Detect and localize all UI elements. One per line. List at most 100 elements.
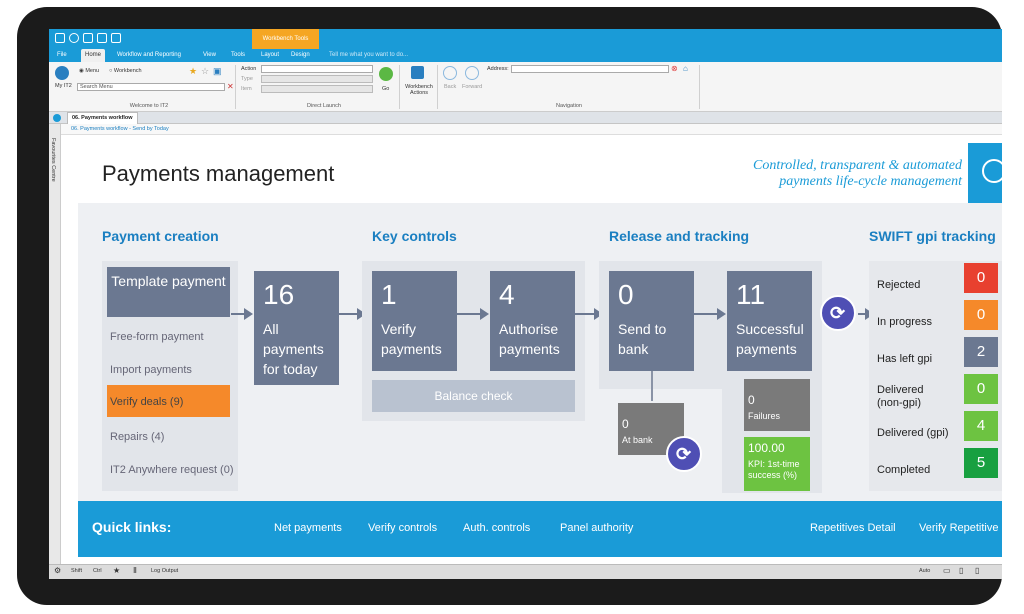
quick-link[interactable]: Verify controls [368,522,437,534]
desktop-view-icon[interactable]: ▭ [943,566,951,575]
item-select[interactable] [261,85,373,93]
group-direct-label: Direct Launch [307,103,341,109]
gpi-panel: Rejected 0 In progress 0 Has left gpi 2 Del… [869,261,1002,491]
list-item[interactable]: IT2 Anywhere request (0) [110,464,234,476]
radio-workbench-label: Workbench [113,68,142,74]
tab-payments-workflow[interactable]: 06. Payments workflow [67,112,138,124]
copy-icon[interactable]: ▣ [213,66,222,77]
tab-home[interactable]: Home [81,49,106,62]
tab-workflow-reporting[interactable]: Workflow and Reporting [113,49,185,62]
template-payment-button[interactable]: Template payment [107,267,230,317]
list-item[interactable]: Free-form payment [110,331,204,343]
quick-link[interactable]: Net payments [274,522,342,534]
app-menu-icon[interactable] [55,33,65,43]
verify-deals-item[interactable]: Verify deals (9) [107,385,230,417]
refresh-icon[interactable] [69,33,79,43]
auto-mode-indicator[interactable]: Auto [919,568,930,574]
quick-link[interactable]: Panel authority [560,522,633,534]
payments-dashboard: Payments management Controlled, transpar… [78,143,1002,557]
authorise-payments-count: 4 [499,279,515,310]
back-button[interactable]: Back [444,84,456,90]
type-select[interactable] [261,75,373,83]
failures-count: 0 [748,393,755,407]
flow-arrow [339,308,366,320]
print-icon[interactable] [83,33,93,43]
tab-design[interactable]: Design [287,49,314,62]
favourite-star-icon[interactable]: ★ [113,566,120,575]
gpi-row[interactable]: Delivered (non-gpi) 0 [869,374,998,409]
mobile-view-icon[interactable]: ▯ [975,566,979,575]
tab-file[interactable]: File [53,49,71,62]
quick-links-bar: Quick links: Net payments Verify control… [78,501,1002,557]
quick-link[interactable]: Verify Repetitive [919,522,998,534]
address-label: Address: [487,66,509,72]
tablet-view-icon[interactable]: ▯ [959,566,963,575]
kpi-tile[interactable]: 100.00 KPI: 1st-time success (%) [744,437,810,491]
add-favourite-icon[interactable]: ☆ [201,66,209,77]
gpi-value: 4 [964,411,998,441]
radio-menu[interactable]: ◉ Menu [79,68,99,74]
stop-icon[interactable]: ⊗ [671,64,678,73]
flow-arrow [457,308,489,320]
successful-payments-tile[interactable]: 11 Successful payments [727,271,812,371]
workbench-actions-button[interactable]: Workbench Actions [402,84,436,96]
all-payments-label: All payments for today [263,321,324,377]
tab-view[interactable]: View [199,49,220,62]
gpi-label: Completed [877,464,931,476]
favourite-star-icon[interactable]: ★ [189,66,197,77]
balance-check-button[interactable]: Balance check [372,380,575,412]
forward-arrow-icon[interactable] [465,66,479,80]
radio-menu-label: Menu [85,68,100,74]
failures-tile[interactable]: 0 Failures [744,379,810,431]
list-item[interactable]: Repairs (4) [110,431,164,443]
gpi-row[interactable]: Rejected 0 [869,263,998,297]
verify-payments-tile[interactable]: 1 Verify payments [372,271,457,371]
tab-tools[interactable]: Tools [227,49,249,62]
favourites-sidebar[interactable]: Favourites Centre [49,124,61,564]
my-it2-icon[interactable] [55,66,69,80]
quick-link[interactable]: Auth. controls [463,522,530,534]
successful-payments-label: Successful payments [736,321,804,357]
gpi-row[interactable]: Delivered (gpi) 4 [869,411,998,445]
pause-icon[interactable]: Ⅱ [133,566,137,575]
send-to-bank-tile[interactable]: 0 Send to bank [609,271,694,371]
search-menu-input[interactable]: Search Menu [77,83,225,91]
refresh-cycle-icon[interactable]: ⟳ [666,436,702,472]
item-label: Item [241,86,252,92]
section-key-controls: Key controls [372,228,457,244]
authorise-payments-tile[interactable]: 4 Authorise payments [490,271,575,371]
failures-label: Failures [748,411,781,421]
gpi-row[interactable]: Has left gpi 2 [869,337,998,371]
quick-link[interactable]: Repetitives Detail [810,522,896,534]
gpi-row[interactable]: In progress 0 [869,300,998,334]
flow-arrow [694,308,726,320]
send-to-bank-label: Send to bank [618,321,667,357]
all-payments-tile[interactable]: 16 All payments for today [254,271,339,385]
favourites-pin-icon[interactable] [53,114,61,122]
gpi-sync-icon[interactable]: ⟳ [820,295,856,331]
authorise-payments-label: Authorise payments [499,321,560,357]
action-select[interactable] [261,65,373,73]
forward-button[interactable]: Forward [462,84,482,90]
tab-layout[interactable]: Layout [257,49,283,62]
gpi-value: 0 [964,374,998,404]
address-input[interactable] [511,65,669,73]
list-item[interactable]: Import payments [110,364,192,376]
back-arrow-icon[interactable] [443,66,457,80]
settings-gear-icon[interactable]: ⚙ [54,566,61,575]
breadcrumb[interactable]: 06. Payments workflow - Send by Today [61,124,1002,135]
clear-search-icon[interactable]: ✕ [227,82,234,91]
go-icon[interactable] [379,67,393,81]
tell-me-search[interactable]: Tell me what you want to do... [329,49,408,62]
save-icon[interactable] [97,33,107,43]
radio-workbench[interactable]: ○ Workbench [109,68,142,74]
my-it2-label[interactable]: My IT2 [55,83,75,89]
gpi-row[interactable]: Completed 5 [869,448,998,482]
log-output-button[interactable]: Log Output [151,568,178,574]
export-icon[interactable] [111,33,121,43]
ribbon-divider [699,65,700,109]
home-nav-icon[interactable]: ⌂ [683,64,688,73]
home-icon[interactable] [411,66,424,79]
status-bar: ⚙ Shift Ctrl ★ Ⅱ Log Output Auto ▭ ▯ ▯ [49,564,1002,579]
go-button[interactable]: Go [382,86,389,92]
